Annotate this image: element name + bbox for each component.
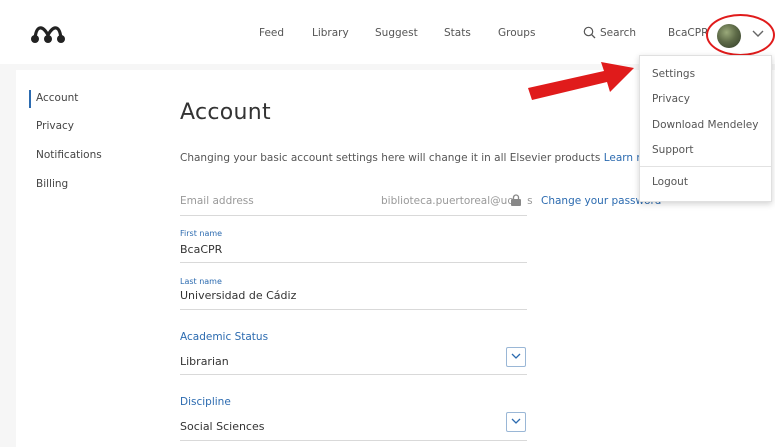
search-icon[interactable] [583,26,596,39]
menu-divider [640,166,771,167]
nav-stats[interactable]: Stats [444,27,471,39]
discipline-underline [180,440,527,441]
discipline-dropdown-button[interactable] [506,412,526,432]
discipline-select[interactable]: Social Sciences [180,420,264,433]
annotation-arrow-icon [528,62,634,100]
intro-body: Changing your basic account settings her… [180,152,604,164]
lock-icon [511,194,521,206]
first-name-underline [180,262,527,263]
sidebar-item-billing[interactable]: Billing [36,178,68,190]
user-dropdown-menu: Settings Privacy Download Mendeley Suppo… [639,55,772,202]
chevron-down-icon [511,418,521,424]
discipline-label: Discipline [180,396,231,408]
academic-status-underline [180,374,527,375]
nav-suggest[interactable]: Suggest [375,27,418,39]
sidebar-active-indicator [29,90,31,108]
academic-status-select[interactable]: Librarian [180,355,229,368]
first-name-field[interactable]: BcaCPR [180,243,222,256]
sidebar-item-privacy[interactable]: Privacy [36,120,74,132]
nav-groups[interactable]: Groups [498,27,535,39]
nav-feed[interactable]: Feed [259,27,284,39]
first-name-label: First name [180,229,223,238]
search-label[interactable]: Search [600,27,636,39]
email-label: Email address [180,195,254,207]
menu-item-privacy[interactable]: Privacy [652,93,690,105]
page-title: Account [180,100,271,125]
user-name[interactable]: BcaCPR [668,27,708,39]
sidebar-item-notifications[interactable]: Notifications [36,149,102,161]
intro-text: Changing your basic account settings her… [180,152,653,164]
mendeley-logo-icon[interactable] [30,22,66,44]
academic-status-dropdown-button[interactable] [506,347,526,367]
email-underline [180,215,527,216]
menu-item-support[interactable]: Support [652,144,694,156]
email-value-suffix: s [527,195,533,207]
last-name-underline [180,309,527,310]
menu-item-logout[interactable]: Logout [652,176,688,188]
email-value-text: biblioteca.puertoreal@uc [381,195,514,207]
last-name-label: Last name [180,277,222,286]
academic-status-label: Academic Status [180,331,269,343]
annotation-highlight-circle [706,14,775,56]
menu-item-download-mendeley[interactable]: Download Mendeley [652,119,758,131]
last-name-field[interactable]: Universidad de Cádiz [180,289,296,302]
nav-library[interactable]: Library [312,27,349,39]
menu-item-settings[interactable]: Settings [652,68,695,80]
chevron-down-icon [511,353,521,359]
sidebar-item-account[interactable]: Account [36,92,78,104]
